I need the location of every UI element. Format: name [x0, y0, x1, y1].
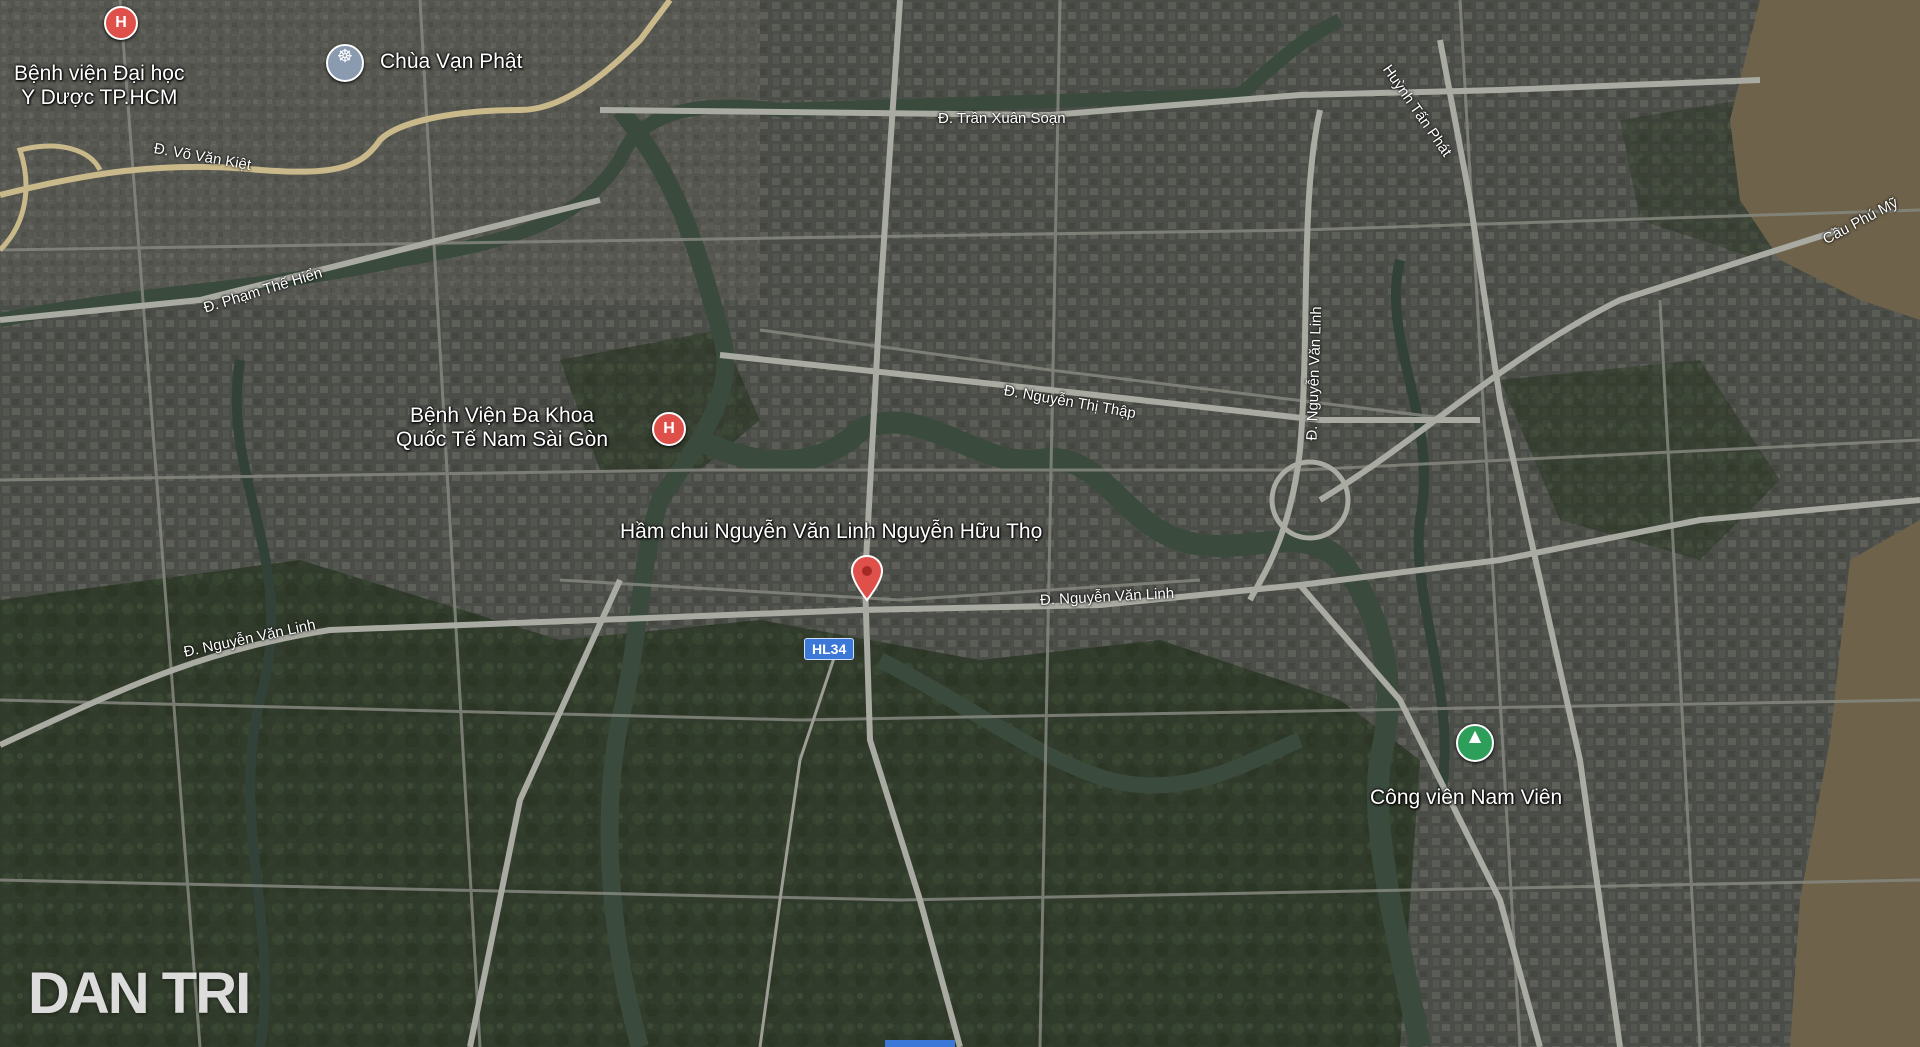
poi-label-hospital-y-duoc[interactable]: Bệnh viện Đại học Y Dược TP.HCM [14, 62, 184, 110]
satellite-map[interactable]: H Bệnh viện Đại học Y Dược TP.HCM ☸ Chùa… [0, 0, 1920, 1047]
bottom-edge-marker [885, 1040, 955, 1047]
dantri-watermark: DAN TRI [28, 961, 251, 1026]
tree-icon[interactable]: ▲ [1456, 724, 1494, 762]
hospital-icon[interactable]: H [104, 6, 138, 40]
hospital-icon[interactable]: H [652, 412, 686, 446]
dharma-wheel-icon[interactable]: ☸ [326, 44, 364, 82]
poi-label-chua-van-phat[interactable]: Chùa Vạn Phật [380, 50, 522, 74]
location-pin-icon[interactable] [849, 554, 885, 602]
poi-label-cong-vien-nam-vien[interactable]: Công viên Nam Viên [1370, 786, 1562, 810]
poi-label-tunnel[interactable]: Hầm chui Nguyễn Văn Linh Nguyễn Hữu Thọ [620, 520, 1042, 544]
road-label-tran-xuan-soan: Đ. Trần Xuân Soạn [938, 110, 1066, 127]
poi-label-hospital-nam-sai-gon[interactable]: Bệnh Viện Đa Khoa Quốc Tế Nam Sài Gòn [396, 404, 608, 452]
route-shield-hl34: HL34 [804, 638, 855, 660]
